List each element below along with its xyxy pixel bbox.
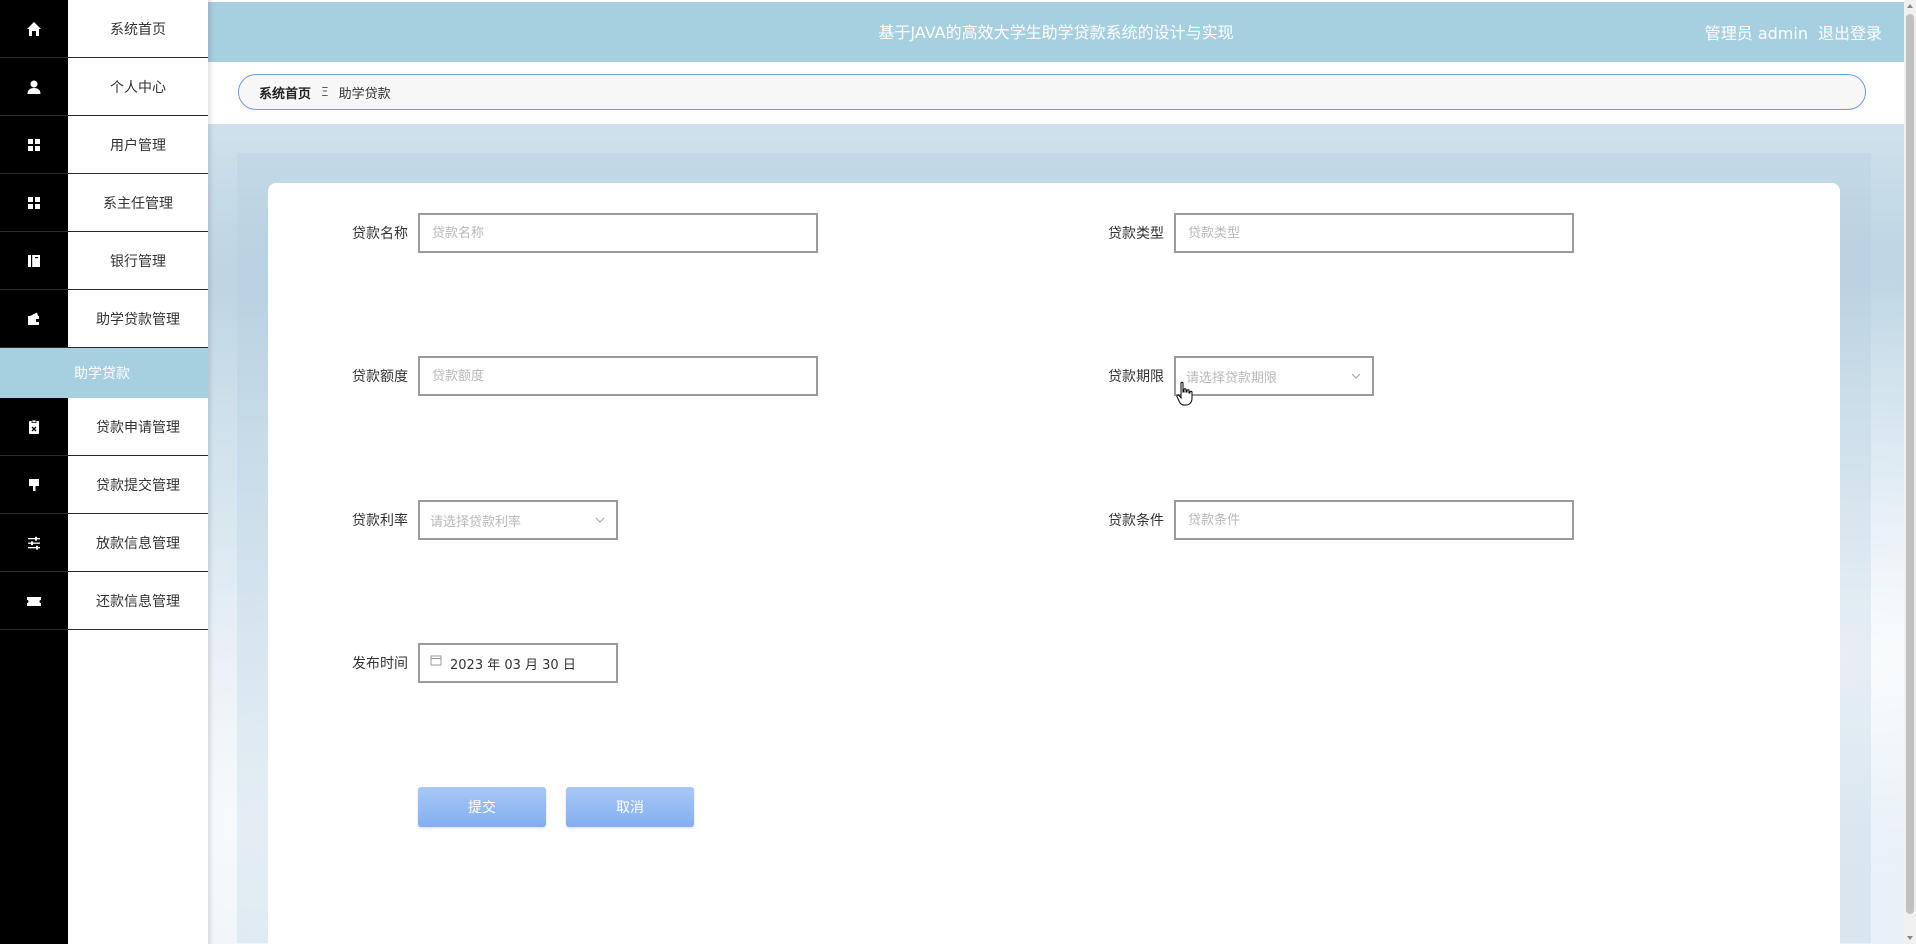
loan-term-select[interactable]: 请选择贷款期限: [1174, 356, 1374, 396]
scroll-up-icon[interactable]: [1904, 0, 1916, 12]
book-icon: [0, 232, 68, 289]
sidebar-item-label: 用户管理: [110, 137, 166, 154]
top-header: 基于JAVA的高效大学生助学贷款系统的设计与实现 管理员 admin 退出登录: [208, 2, 1904, 62]
scroll-down-icon[interactable]: [1904, 932, 1916, 944]
loan-term-placeholder: 请选择贷款期限: [1186, 370, 1278, 386]
home-icon: [0, 0, 68, 57]
loan-amount-input[interactable]: [418, 356, 818, 396]
breadcrumb-current: 助学贷款: [338, 86, 391, 102]
sidebar-item-label: 系统首页: [110, 21, 166, 38]
loan-condition-label: 贷款条件: [1108, 513, 1164, 529]
sidebar-item-bank[interactable]: 银行管理: [0, 232, 208, 290]
sidebar-item-loan-application[interactable]: 贷款申请管理: [0, 398, 208, 456]
loan-term-label: 贷款期限: [1108, 369, 1164, 385]
loan-rate-select[interactable]: 请选择贷款利率: [418, 500, 618, 540]
grid-icon: [0, 174, 68, 231]
sidebar-item-dept-head[interactable]: 系主任管理: [0, 174, 208, 232]
stamp-icon: [0, 456, 68, 513]
sidebar-item-disbursement[interactable]: 放款信息管理: [0, 514, 208, 572]
sidebar-item-student-loan[interactable]: 助学贷款管理: [0, 290, 208, 348]
sidebar-subitem-student-loan[interactable]: 助学贷款: [0, 348, 208, 398]
sidebar-item-repayment[interactable]: 还款信息管理: [0, 572, 208, 630]
logout-link[interactable]: 退出登录: [1818, 20, 1882, 44]
loan-name-label: 贷款名称: [352, 226, 408, 242]
breadcrumb-home[interactable]: 系统首页: [259, 83, 311, 102]
calendar-icon: [430, 655, 442, 666]
breadcrumb-bar: 系统首页 Ξ 助学贷款: [208, 62, 1904, 124]
loan-amount-label: 贷款额度: [352, 369, 408, 385]
loan-rate-placeholder: 请选择贷款利率: [430, 514, 522, 530]
sidebar-item-label: 助学贷款管理: [96, 311, 180, 328]
header-user-area: 管理员 admin 退出登录: [1705, 2, 1882, 62]
cancel-button[interactable]: 取消: [566, 787, 694, 827]
loan-name-input[interactable]: [418, 213, 818, 253]
app-title: 基于JAVA的高效大学生助学贷款系统的设计与实现: [878, 23, 1234, 42]
sidebar-item-label: 放款信息管理: [96, 535, 180, 552]
submit-button[interactable]: 提交: [418, 787, 546, 827]
sidebar-item-label: 贷款提交管理: [96, 477, 180, 494]
grid-icon: [0, 116, 68, 173]
current-user: 管理员 admin: [1704, 24, 1808, 43]
sidebar-item-label: 个人中心: [110, 79, 166, 96]
sliders-icon: [0, 514, 68, 571]
loan-type-label: 贷款类型: [1108, 226, 1164, 242]
loan-condition-input[interactable]: [1174, 500, 1574, 540]
sidebar: 系统首页 个人中心 用户管理 系主任管理 银行管理 助学贷款管理 助学贷款 贷款…: [0, 0, 214, 944]
breadcrumb-separator: Ξ: [321, 85, 329, 99]
loan-type-input[interactable]: [1174, 213, 1574, 253]
sidebar-item-profile[interactable]: 个人中心: [0, 58, 208, 116]
chevron-down-icon: [1351, 373, 1361, 379]
sidebar-item-label: 贷款申请管理: [96, 419, 180, 436]
hand-cursor-icon: [1176, 381, 1193, 406]
sidebar-item-label: 银行管理: [110, 253, 166, 270]
publish-time-label: 发布时间: [352, 656, 408, 672]
loan-form: 贷款名称 贷款类型 贷款额度 贷款期限 请选择贷款期限 贷款利率 请选择贷款利率…: [268, 183, 1840, 944]
sidebar-item-label: 系主任管理: [103, 195, 173, 212]
publish-time-date-input[interactable]: 2023 年 03 月 30 日: [418, 643, 618, 683]
user-icon: [0, 58, 68, 115]
sidebar-item-home[interactable]: 系统首页: [0, 0, 208, 58]
sidebar-item-users[interactable]: 用户管理: [0, 116, 208, 174]
chevron-down-icon: [595, 517, 605, 523]
sidebar-item-loan-submission[interactable]: 贷款提交管理: [0, 456, 208, 514]
publish-time-value: 2023 年 03 月 30 日: [450, 657, 576, 673]
clipboard-icon: [0, 398, 68, 455]
breadcrumb: 系统首页 Ξ 助学贷款: [238, 74, 1866, 110]
scroll-thumb[interactable]: [1906, 14, 1914, 914]
sidebar-item-label: 还款信息管理: [96, 593, 180, 610]
page-scrollbar[interactable]: [1904, 0, 1916, 944]
ticket-icon: [0, 572, 68, 629]
wallet-icon: [0, 290, 68, 347]
loan-rate-label: 贷款利率: [352, 513, 408, 529]
